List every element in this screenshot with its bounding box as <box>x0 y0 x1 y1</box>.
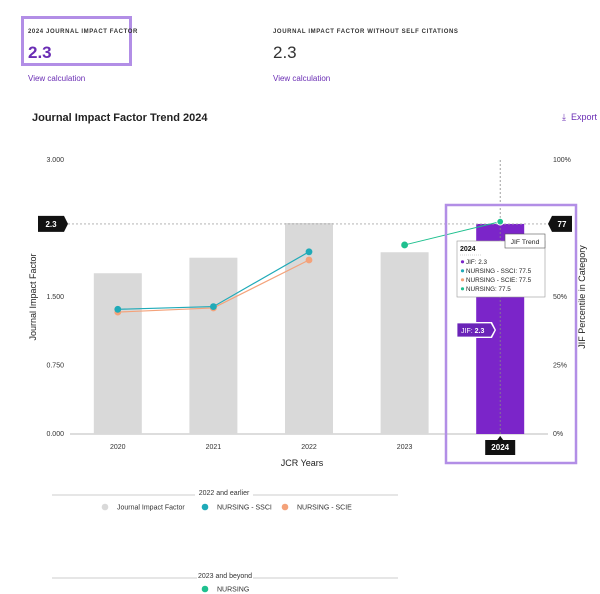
jif-badge-value: 2.3 <box>475 328 485 335</box>
jif-bar[interactable] <box>93 273 142 434</box>
legend-label[interactable]: NURSING <box>217 587 249 594</box>
jif-bar[interactable] <box>189 257 238 434</box>
jif-bar[interactable] <box>380 252 429 434</box>
legend-group-title: 2023 and beyond <box>198 573 252 580</box>
y-tick-label: 3.000 <box>46 157 64 164</box>
x-tick-label: 2023 <box>397 444 413 451</box>
legend-swatch[interactable] <box>281 503 289 511</box>
tooltip-bullet <box>460 269 465 273</box>
selected-year-label: 2024 <box>491 443 509 452</box>
tooltip-bullet <box>460 278 465 282</box>
y2-tick-label: 50% <box>553 294 567 301</box>
ref-left-label: 2.3 <box>45 220 57 229</box>
x-axis-title: JCR Years <box>281 458 324 468</box>
tooltip-title: 2024 <box>460 246 476 253</box>
y-tick-label: 0.750 <box>46 363 64 370</box>
jif-badge-label: JIF: 2.3 <box>461 328 484 335</box>
ref-right-label: 77 <box>558 220 567 229</box>
tooltip-bullet <box>460 260 465 264</box>
nursing-point[interactable] <box>401 241 408 249</box>
legend-swatch[interactable] <box>201 585 209 593</box>
x-tick-label: 2022 <box>301 444 317 451</box>
y-tick-label: 1.500 <box>46 294 64 301</box>
tooltip-bullet <box>460 287 465 291</box>
series-point[interactable] <box>114 305 122 313</box>
legend-group-title: 2022 and earlier <box>199 490 250 497</box>
tooltip-row: JIF: 2.3 <box>466 259 487 266</box>
x-tick-label: 2021 <box>206 444 222 451</box>
legend-label[interactable]: Journal Impact Factor <box>117 505 185 512</box>
series-point[interactable] <box>305 256 313 264</box>
legend-swatch[interactable] <box>101 503 109 511</box>
y2-tick-label: 100% <box>553 157 571 164</box>
y2-tick-label: 25% <box>553 363 567 370</box>
y-tick-label: 0.000 <box>46 431 64 438</box>
legend-swatch[interactable] <box>201 503 209 511</box>
tooltip-row: NURSING - SSCI: 77.5 <box>466 268 532 275</box>
jif-trend-chart: 0.000 0.750 1.500 3.000 0% 25% 50% 100% 2.3 77 202… <box>28 157 587 594</box>
series-point[interactable] <box>210 303 217 310</box>
x-tick-label: 2020 <box>110 444 126 451</box>
series-point[interactable] <box>305 248 313 256</box>
y2-tick-label: 0% <box>553 431 563 438</box>
y2-axis-title: JIF Percentile in Category <box>577 245 587 349</box>
tooltip-row: NURSING - SCIE: 77.5 <box>466 277 532 284</box>
jif-trend-tag: JIF Trend <box>511 239 540 246</box>
legend-label[interactable]: NURSING - SCIE <box>297 505 352 512</box>
y-axis-title: Journal Impact Factor <box>28 253 38 340</box>
tooltip-row: NURSING: 77.5 <box>466 286 511 293</box>
legend-label[interactable]: NURSING - SSCI <box>217 505 272 512</box>
nursing-point[interactable] <box>496 217 505 226</box>
